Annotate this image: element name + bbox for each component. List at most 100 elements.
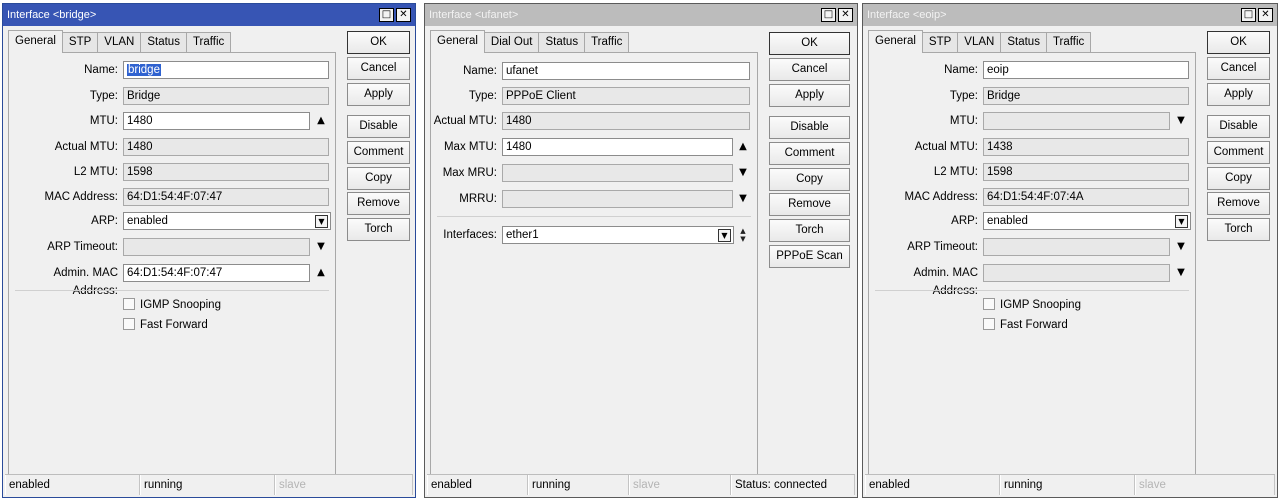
mac-address-field: 64:D1:54:4F:07:47 (123, 188, 329, 206)
tab-status[interactable]: Status (538, 32, 586, 53)
max-mru-input[interactable] (502, 164, 733, 182)
tab-vlan[interactable]: VLAN (957, 32, 1002, 53)
torch-button[interactable]: Torch (1207, 218, 1270, 241)
pppoe-scan-button[interactable]: PPPoE Scan (769, 245, 850, 268)
ok-button[interactable]: OK (1207, 31, 1270, 54)
close-icon[interactable]: ✕ (838, 8, 853, 22)
arrow-down-icon[interactable]: ▼ (1174, 238, 1188, 256)
ok-button[interactable]: OK (347, 31, 410, 54)
admin-mac-input[interactable] (983, 264, 1170, 282)
actual-mtu-field: 1480 (502, 112, 750, 130)
igmp-snooping-label: IGMP Snooping (1000, 299, 1081, 311)
restore-icon[interactable]: □ (821, 8, 836, 22)
apply-button[interactable]: Apply (769, 84, 850, 107)
torch-button[interactable]: Torch (347, 218, 410, 241)
arp-timeout-input[interactable] (123, 238, 310, 256)
arrow-up-icon[interactable]: ▲ (314, 112, 328, 130)
torch-button[interactable]: Torch (769, 219, 850, 242)
copy-button[interactable]: Copy (1207, 167, 1270, 190)
arrow-up-icon[interactable]: ▲ (314, 264, 328, 282)
tab-vlan[interactable]: VLAN (97, 32, 142, 53)
dropdown-icon[interactable]: ▼ (718, 229, 731, 242)
remove-button[interactable]: Remove (347, 192, 410, 215)
apply-button[interactable]: Apply (1207, 83, 1270, 106)
tab-general[interactable]: General (8, 30, 63, 53)
close-icon[interactable]: ✕ (1258, 8, 1273, 22)
remove-button[interactable]: Remove (1207, 192, 1270, 215)
fast-forward-checkbox[interactable]: Fast Forward (123, 318, 208, 334)
window-eoip[interactable]: Interface <eoip> □ ✕ General STP VLAN St… (862, 3, 1278, 498)
arrow-down-icon[interactable]: ▼ (1174, 112, 1188, 130)
arrow-down-icon[interactable]: ▼ (314, 238, 328, 256)
copy-button[interactable]: Copy (769, 168, 850, 191)
dropdown-icon[interactable]: ▼ (315, 215, 328, 228)
restore-icon[interactable]: □ (1241, 8, 1256, 22)
copy-button[interactable]: Copy (347, 167, 410, 190)
type-field: Bridge (983, 87, 1189, 105)
mtu-input[interactable]: 1480 (123, 112, 310, 130)
igmp-snooping-checkbox[interactable]: IGMP Snooping (123, 298, 221, 314)
cancel-button[interactable]: Cancel (1207, 57, 1270, 80)
arrow-down-icon[interactable]: ▼ (736, 164, 750, 182)
mrru-input[interactable] (502, 190, 733, 208)
name-input[interactable]: bridge (123, 61, 329, 79)
disable-button[interactable]: Disable (1207, 115, 1270, 138)
status-running: running (528, 475, 629, 495)
window-title-bar[interactable]: Interface <bridge> (3, 4, 415, 26)
disable-button[interactable]: Disable (769, 116, 850, 139)
window-bridge[interactable]: Interface <bridge> □ ✕ General STP VLAN … (2, 3, 416, 498)
comment-button[interactable]: Comment (1207, 141, 1270, 164)
type-label: Type: (468, 90, 497, 102)
arp-select[interactable]: enabled ▼ (983, 212, 1191, 230)
restore-icon[interactable]: □ (379, 8, 394, 22)
arrow-up-icon[interactable]: ▲ (736, 138, 750, 156)
name-input[interactable]: eoip (983, 61, 1189, 79)
max-mru-label: Max MRU: (442, 167, 497, 179)
cancel-button[interactable]: Cancel (769, 58, 850, 81)
tab-status[interactable]: Status (1000, 32, 1047, 53)
tab-general[interactable]: General (430, 30, 485, 53)
mtu-input[interactable] (983, 112, 1170, 130)
apply-button[interactable]: Apply (347, 83, 410, 106)
l2-mtu-field: 1598 (123, 163, 329, 181)
dropdown-icon[interactable]: ▼ (1175, 215, 1188, 228)
tab-dial-out[interactable]: Dial Out (483, 32, 540, 53)
add-remove-arrows-icon[interactable]: ▲ ▼ (737, 227, 749, 245)
actual-mtu-label: Actual MTU: (433, 115, 497, 127)
checkbox-box (123, 318, 135, 330)
tab-bar: General Dial Out Status Traffic (430, 30, 630, 53)
arrow-down-icon[interactable]: ▼ (736, 190, 750, 208)
tab-traffic[interactable]: Traffic (185, 32, 232, 53)
admin-mac-input[interactable]: 64:D1:54:4F:07:47 (123, 264, 310, 282)
comment-button[interactable]: Comment (769, 142, 850, 165)
tab-general[interactable]: General (868, 30, 923, 53)
tab-stp[interactable]: STP (61, 32, 99, 53)
window-ufanet[interactable]: Interface <ufanet> □ ✕ General Dial Out … (424, 3, 858, 498)
tab-traffic[interactable]: Traffic (584, 32, 630, 53)
close-icon[interactable]: ✕ (396, 8, 411, 22)
status-connected: Status: connected (731, 475, 855, 495)
ok-button[interactable]: OK (769, 32, 850, 55)
arp-timeout-input[interactable] (983, 238, 1170, 256)
l2-mtu-label: L2 MTU: (73, 166, 118, 178)
window-title-bar[interactable]: Interface <eoip> (863, 4, 1277, 26)
arp-label: ARP: (91, 215, 118, 227)
tab-status[interactable]: Status (140, 32, 187, 53)
interfaces-select[interactable]: ether1 ▼ (502, 226, 734, 244)
tab-stp[interactable]: STP (921, 32, 959, 53)
remove-button[interactable]: Remove (769, 193, 850, 216)
window-title-bar[interactable]: Interface <ufanet> (425, 4, 857, 26)
fast-forward-checkbox[interactable]: Fast Forward (983, 318, 1068, 334)
tab-traffic[interactable]: Traffic (1045, 32, 1092, 53)
max-mtu-input[interactable]: 1480 (502, 138, 733, 156)
name-input[interactable]: ufanet (502, 62, 750, 80)
arrow-down-icon[interactable]: ▼ (1174, 264, 1188, 282)
comment-button[interactable]: Comment (347, 141, 410, 164)
status-slave: slave (629, 475, 731, 495)
igmp-snooping-checkbox[interactable]: IGMP Snooping (983, 298, 1081, 314)
arp-select[interactable]: enabled ▼ (123, 212, 331, 230)
window-title: Interface <eoip> (867, 9, 947, 21)
l2-mtu-field: 1598 (983, 163, 1189, 181)
cancel-button[interactable]: Cancel (347, 57, 410, 80)
disable-button[interactable]: Disable (347, 115, 410, 138)
